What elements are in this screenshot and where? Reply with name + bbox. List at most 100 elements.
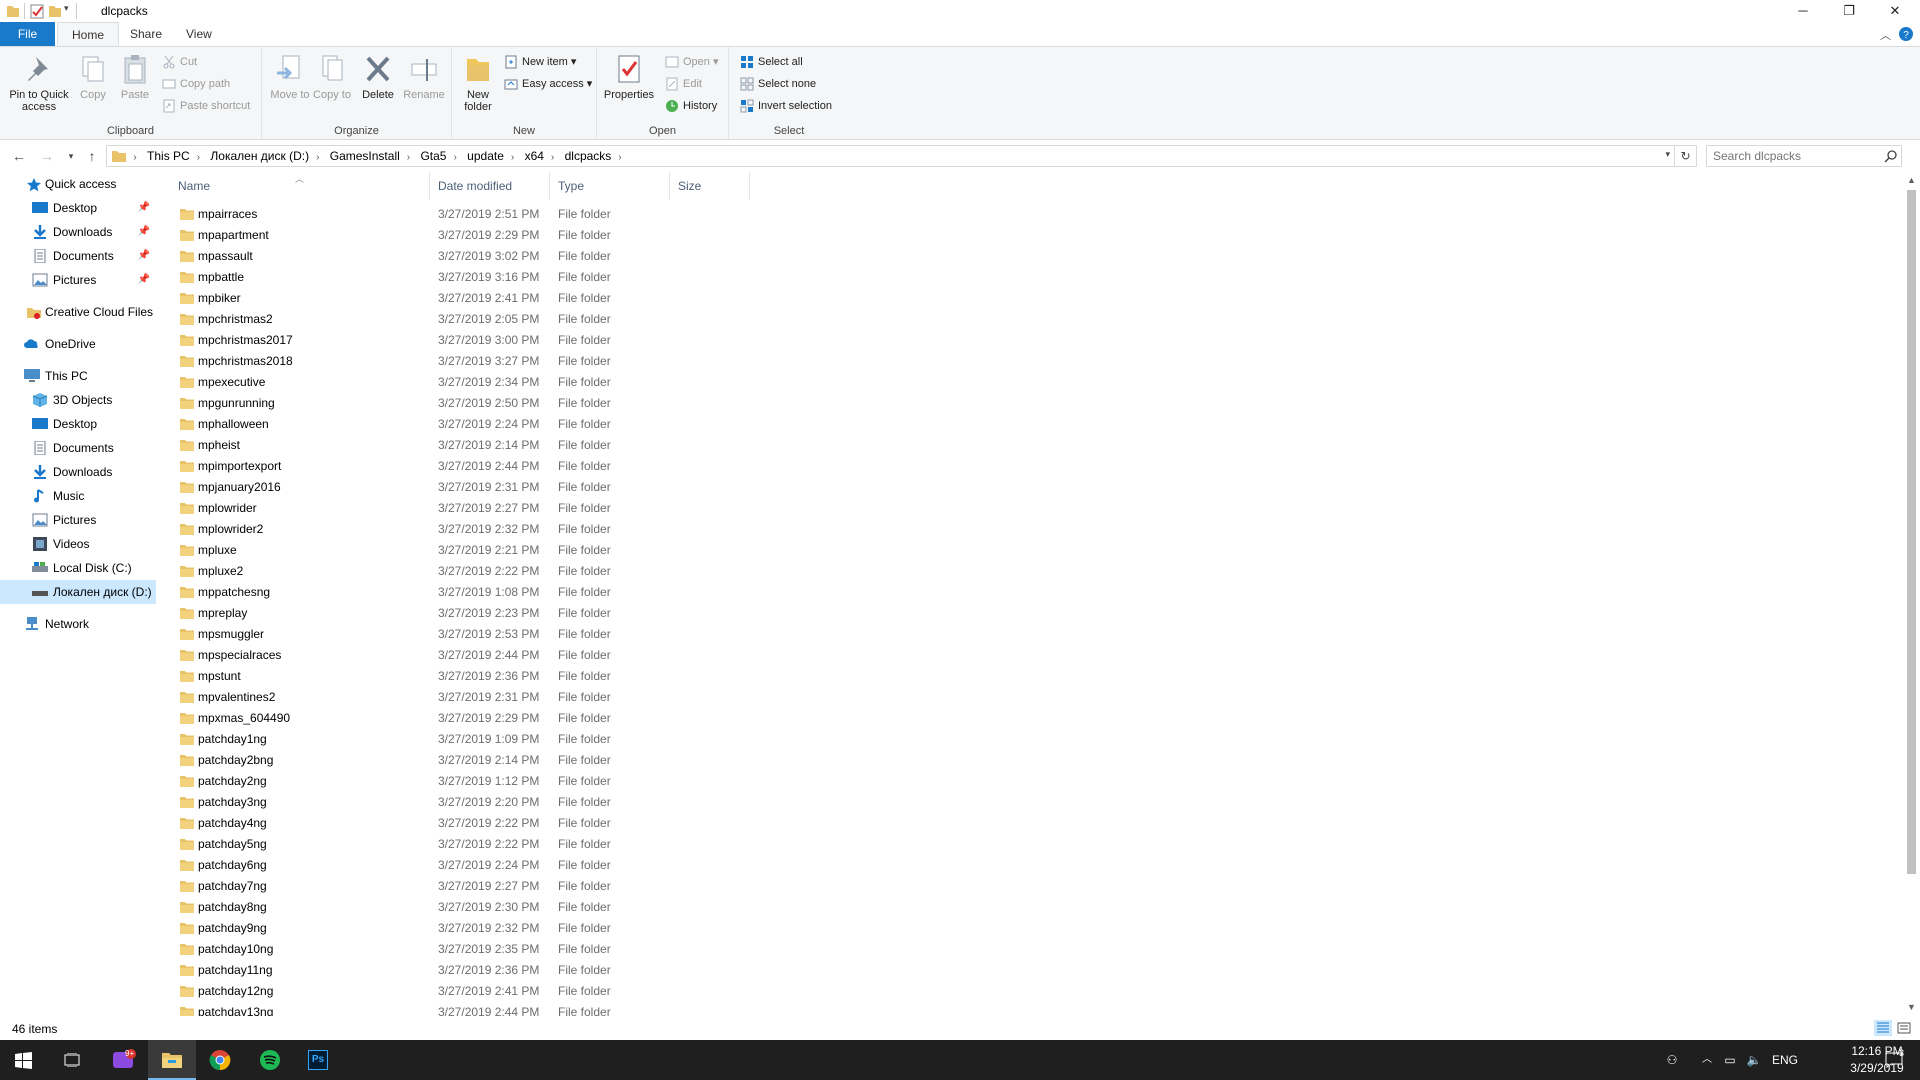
file-row[interactable]: mpxmas_604490 3/27/2019 2:29 PM File folde…: [160, 708, 760, 729]
column-header-name[interactable]: Name: [160, 172, 430, 200]
select-all-button[interactable]: Select all: [738, 52, 803, 72]
large-icons-view-icon[interactable]: [1895, 1020, 1913, 1036]
tab-view[interactable]: View: [172, 22, 226, 46]
file-row[interactable]: patchday3ng 3/27/2019 2:20 PM File folder: [160, 792, 760, 813]
file-row[interactable]: mplowrider 3/27/2019 2:27 PM File folder: [160, 498, 760, 519]
details-view-icon[interactable]: [1874, 1020, 1892, 1036]
search-icon[interactable]: [1884, 149, 1898, 163]
file-row[interactable]: mpluxe 3/27/2019 2:21 PM File folder: [160, 540, 760, 561]
minimize-button[interactable]: ─: [1780, 0, 1826, 22]
rename-button[interactable]: Rename: [400, 53, 448, 101]
taskbar-file-explorer[interactable]: [148, 1040, 196, 1080]
file-row[interactable]: patchday2ng 3/27/2019 1:12 PM File folder: [160, 771, 760, 792]
scroll-up-icon[interactable]: ▲: [1903, 172, 1920, 189]
column-header-size[interactable]: Size: [670, 172, 750, 200]
nav-quick-access[interactable]: Quick access: [0, 172, 156, 196]
start-button[interactable]: [0, 1040, 48, 1080]
nav-music[interactable]: Music: [0, 484, 156, 508]
properties-icon[interactable]: [30, 3, 44, 19]
pin-to-quick-access-button[interactable]: Pin to Quick access: [4, 53, 74, 113]
help-icon[interactable]: ?: [1899, 27, 1913, 41]
file-row[interactable]: patchday10ng 3/27/2019 2:35 PM File folder: [160, 939, 760, 960]
cut-button[interactable]: Cut: [160, 52, 197, 72]
file-row[interactable]: mphalloween 3/27/2019 2:24 PM File folder: [160, 414, 760, 435]
file-row[interactable]: patchday8ng 3/27/2019 2:30 PM File folder: [160, 897, 760, 918]
file-row[interactable]: mpbattle 3/27/2019 3:16 PM File folder: [160, 267, 760, 288]
column-header-type[interactable]: Type: [550, 172, 670, 200]
nav-pictures[interactable]: Pictures: [0, 508, 156, 532]
scroll-down-icon[interactable]: ▼: [1903, 999, 1920, 1016]
breadcrumb-separator[interactable]: ›: [130, 152, 139, 163]
forward-button[interactable]: →: [38, 148, 56, 164]
taskbar-game-app[interactable]: 9+: [100, 1040, 148, 1080]
breadcrumb-separator[interactable]: ›: [508, 152, 517, 163]
file-row[interactable]: mpluxe2 3/27/2019 2:22 PM File folder: [160, 561, 760, 582]
file-row[interactable]: patchday13ng 3/27/2019 2:44 PM File folder: [160, 1002, 760, 1016]
back-button[interactable]: ←: [10, 148, 28, 164]
history-button[interactable]: History: [663, 96, 717, 116]
file-row[interactable]: mpsmuggler 3/27/2019 2:53 PM File folder: [160, 624, 760, 645]
file-row[interactable]: patchday1ng 3/27/2019 1:09 PM File folder: [160, 729, 760, 750]
task-view-button[interactable]: [48, 1040, 96, 1080]
scrollbar-thumb[interactable]: [1907, 190, 1916, 874]
file-row[interactable]: mpvalentines2 3/27/2019 2:31 PM File folde…: [160, 687, 760, 708]
breadcrumb-separator[interactable]: ›: [548, 152, 557, 163]
nav-quick-documents[interactable]: Documents 📌: [0, 244, 156, 268]
file-row[interactable]: mpstunt 3/27/2019 2:36 PM File folder: [160, 666, 760, 687]
nav-3d-objects[interactable]: 3D Objects: [0, 388, 156, 412]
file-row[interactable]: mpexecutive 3/27/2019 2:34 PM File folder: [160, 372, 760, 393]
properties-button[interactable]: Properties: [603, 53, 655, 101]
file-row[interactable]: mpheist 3/27/2019 2:14 PM File folder: [160, 435, 760, 456]
copy-button[interactable]: Copy: [76, 53, 110, 101]
file-row[interactable]: patchday12ng 3/27/2019 2:41 PM File folder: [160, 981, 760, 1002]
vertical-scrollbar[interactable]: ▲ ▼: [1903, 172, 1920, 1016]
file-row[interactable]: mpairraces 3/27/2019 2:51 PM File folder: [160, 204, 760, 225]
nav-network[interactable]: Network: [0, 612, 156, 636]
nav-local-disk-c[interactable]: Local Disk (C:): [0, 556, 156, 580]
file-row[interactable]: patchday6ng 3/27/2019 2:24 PM File folder: [160, 855, 760, 876]
address-bar[interactable]: › This PC › Локален диск (D:) › GamesInsta…: [106, 145, 1675, 167]
restore-button[interactable]: ❐: [1826, 0, 1872, 22]
breadcrumb-separator[interactable]: ›: [313, 152, 322, 163]
copy-path-button[interactable]: Copy path: [160, 74, 230, 94]
edit-button[interactable]: Edit: [663, 74, 702, 94]
nav-this-pc[interactable]: This PC: [0, 364, 156, 388]
nav-onedrive[interactable]: OneDrive: [0, 332, 156, 356]
breadcrumb-separator[interactable]: ›: [194, 152, 203, 163]
open-button[interactable]: Open ▾: [663, 52, 719, 72]
tab-home[interactable]: Home: [57, 22, 120, 46]
file-row[interactable]: mpassault 3/27/2019 3:02 PM File folder: [160, 246, 760, 267]
search-input[interactable]: [1706, 145, 1902, 167]
collapse-ribbon-icon[interactable]: ︿: [1880, 27, 1891, 43]
breadcrumb-dlcpacks[interactable]: dlcpacks: [561, 149, 616, 163]
address-dropdown-icon[interactable]: ▾: [1665, 149, 1670, 160]
breadcrumb-separator[interactable]: ›: [450, 152, 459, 163]
file-row[interactable]: mpreplay 3/27/2019 2:23 PM File folder: [160, 603, 760, 624]
file-row[interactable]: mpspecialraces 3/27/2019 2:44 PM File fold…: [160, 645, 760, 666]
new-item-button[interactable]: New item ▾: [502, 52, 576, 72]
file-row[interactable]: mpchristmas2017 3/27/2019 3:00 PM File fol…: [160, 330, 760, 351]
new-folder-icon[interactable]: [48, 3, 62, 19]
copy-to-button[interactable]: Copy to: [312, 53, 352, 101]
nav-desktop[interactable]: Desktop: [0, 412, 156, 436]
paste-shortcut-button[interactable]: Paste shortcut: [160, 96, 250, 116]
file-row[interactable]: mpjanuary2016 3/27/2019 2:31 PM File folde…: [160, 477, 760, 498]
delete-button[interactable]: Delete: [358, 53, 398, 101]
file-row[interactable]: patchday5ng 3/27/2019 2:22 PM File folder: [160, 834, 760, 855]
paste-button[interactable]: Paste: [117, 53, 153, 101]
file-row[interactable]: patchday2bng 3/27/2019 2:14 PM File folder: [160, 750, 760, 771]
breadcrumb-update[interactable]: update: [463, 149, 508, 163]
file-row[interactable]: patchday4ng 3/27/2019 2:22 PM File folder: [160, 813, 760, 834]
taskbar-photoshop[interactable]: Ps: [294, 1040, 342, 1080]
nav-drive-d[interactable]: Локален диск (D:): [0, 580, 156, 604]
file-row[interactable]: mpgunrunning 3/27/2019 2:50 PM File folder: [160, 393, 760, 414]
file-row[interactable]: patchday11ng 3/27/2019 2:36 PM File folder: [160, 960, 760, 981]
invert-selection-button[interactable]: Invert selection: [738, 96, 832, 116]
nav-quick-downloads[interactable]: Downloads 📌: [0, 220, 156, 244]
file-row[interactable]: patchday9ng 3/27/2019 2:32 PM File folder: [160, 918, 760, 939]
select-none-button[interactable]: Select none: [738, 74, 816, 94]
breadcrumb-separator[interactable]: ›: [615, 152, 624, 163]
file-row[interactable]: patchday7ng 3/27/2019 2:27 PM File folder: [160, 876, 760, 897]
people-icon[interactable]: ⚇: [1662, 1040, 1682, 1080]
tab-file[interactable]: File: [0, 22, 55, 46]
